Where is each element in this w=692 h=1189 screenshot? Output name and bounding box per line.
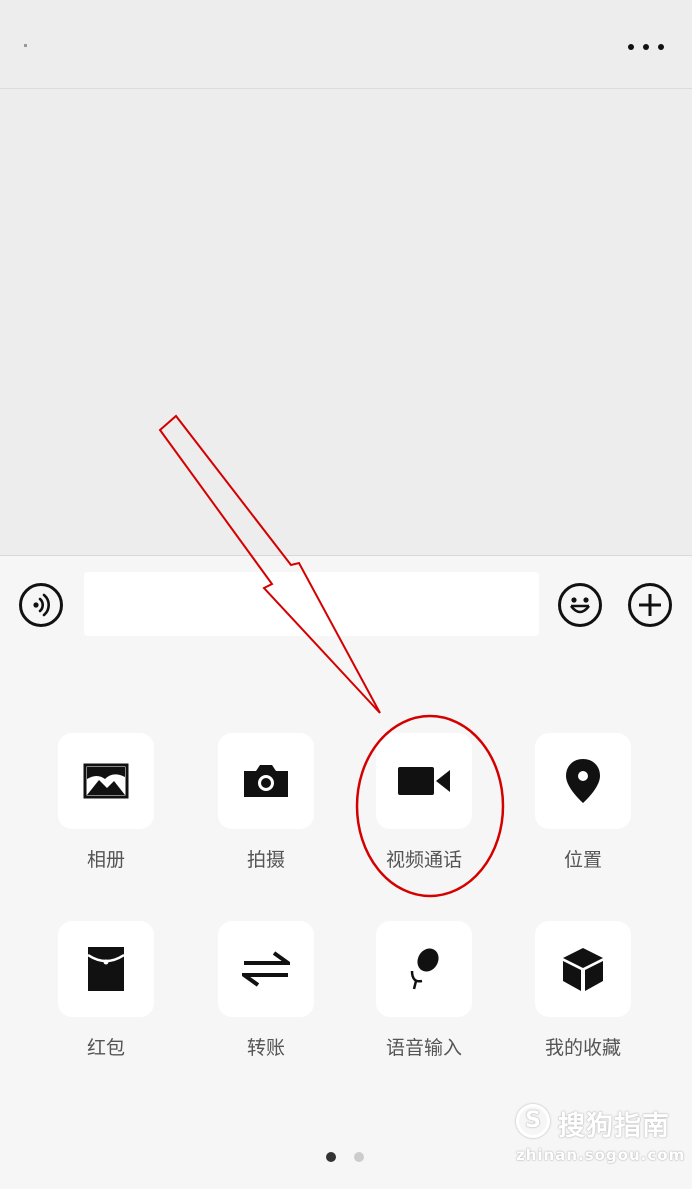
voice-button[interactable]: [19, 583, 63, 627]
video-call-tile[interactable]: 视频通话: [350, 733, 510, 883]
plus-button[interactable]: [628, 583, 672, 627]
page-dot-active[interactable]: [326, 1152, 336, 1162]
red-packet-icon: [88, 947, 124, 991]
more-button[interactable]: [626, 32, 666, 62]
voice-input-label: 语音输入: [385, 1037, 462, 1059]
transfer-icon: [242, 951, 290, 987]
watermark: S 搜狗指南 zhinan.sogou.com: [516, 1100, 684, 1170]
more-dot: [658, 44, 664, 50]
album-label: 相册: [86, 849, 125, 871]
location-button[interactable]: [535, 733, 631, 829]
chat-header: [0, 0, 692, 89]
transfer-button[interactable]: [218, 921, 314, 1017]
page-dot[interactable]: [354, 1152, 364, 1162]
voice-input-button[interactable]: [376, 921, 472, 1017]
camera-icon: [244, 765, 288, 797]
video-call-button[interactable]: [376, 733, 472, 829]
album-tile[interactable]: 相册: [32, 733, 192, 883]
chat-message-area[interactable]: [0, 89, 692, 554]
favorites-tile[interactable]: 我的收藏: [509, 921, 669, 1071]
plus-icon: [639, 594, 661, 616]
more-dot: [643, 44, 649, 50]
emoji-button[interactable]: [558, 583, 602, 627]
more-dots-icon: [628, 44, 634, 50]
transfer-label: 转账: [246, 1037, 285, 1059]
camera-button[interactable]: [218, 733, 314, 829]
emoji-icon: [569, 597, 591, 614]
camera-tile[interactable]: 拍摄: [192, 733, 352, 883]
video-call-label: 视频通话: [385, 849, 462, 871]
voice-icon: [33, 593, 50, 617]
message-input[interactable]: [84, 572, 539, 636]
location-tile[interactable]: 位置: [509, 733, 669, 883]
voice-input-tile[interactable]: 语音输入: [350, 921, 510, 1071]
photo-album-icon: [83, 763, 129, 799]
back-button[interactable]: [24, 44, 27, 47]
transfer-tile[interactable]: 转账: [192, 921, 352, 1071]
favorites-label: 我的收藏: [544, 1037, 621, 1059]
red-packet-button[interactable]: [58, 921, 154, 1017]
video-call-icon: [398, 767, 450, 795]
red-packet-label: 红包: [86, 1037, 125, 1059]
page-indicator[interactable]: [326, 1152, 366, 1164]
favorites-button[interactable]: [535, 921, 631, 1017]
sogou-logo-icon: S: [516, 1104, 550, 1138]
album-button[interactable]: [58, 733, 154, 829]
red-packet-tile[interactable]: 红包: [32, 921, 192, 1071]
microphone-icon: [410, 948, 439, 990]
location-icon: [566, 759, 600, 803]
watermark-url: zhinan.sogou.com: [516, 1146, 686, 1164]
chat-input-bar: [0, 555, 692, 654]
camera-label: 拍摄: [246, 849, 285, 871]
location-label: 位置: [563, 849, 602, 871]
watermark-text: 搜狗指南: [558, 1111, 670, 1142]
favorites-icon: [563, 948, 603, 991]
